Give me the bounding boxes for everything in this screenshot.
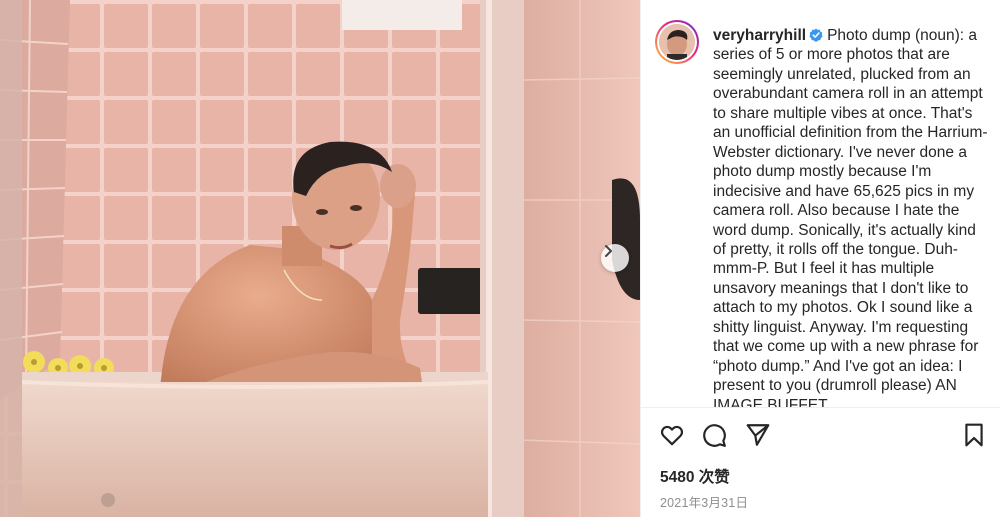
comment-icon [703,424,726,447]
share-button[interactable] [745,422,773,450]
caption-text: Photo dump (noun): a series of 5 or more… [713,27,988,407]
like-button[interactable] [659,422,687,450]
heart-icon [660,425,684,446]
post-details-panel: veryharryhill Photo dump (noun): a serie… [640,0,1000,517]
save-button[interactable] [961,422,989,450]
chevron-right-icon [605,245,612,257]
avatar[interactable] [655,20,699,64]
comment-button[interactable] [701,422,729,450]
photo-scene [0,0,640,517]
verified-badge-icon [809,28,823,42]
post-caption: veryharryhill Photo dump (noun): a serie… [713,26,993,407]
action-bar [659,422,989,450]
post-date[interactable]: 2021年3月31日 [660,492,748,511]
like-count[interactable]: 5480 次赞 [660,465,730,487]
paper-plane-icon [746,424,770,446]
divider [641,407,1000,408]
carousel-next-button[interactable] [601,244,629,272]
bookmark-icon [965,423,983,447]
avatar-image [659,24,695,60]
post-photo [0,0,640,517]
username-link[interactable]: veryharryhill [713,27,806,44]
